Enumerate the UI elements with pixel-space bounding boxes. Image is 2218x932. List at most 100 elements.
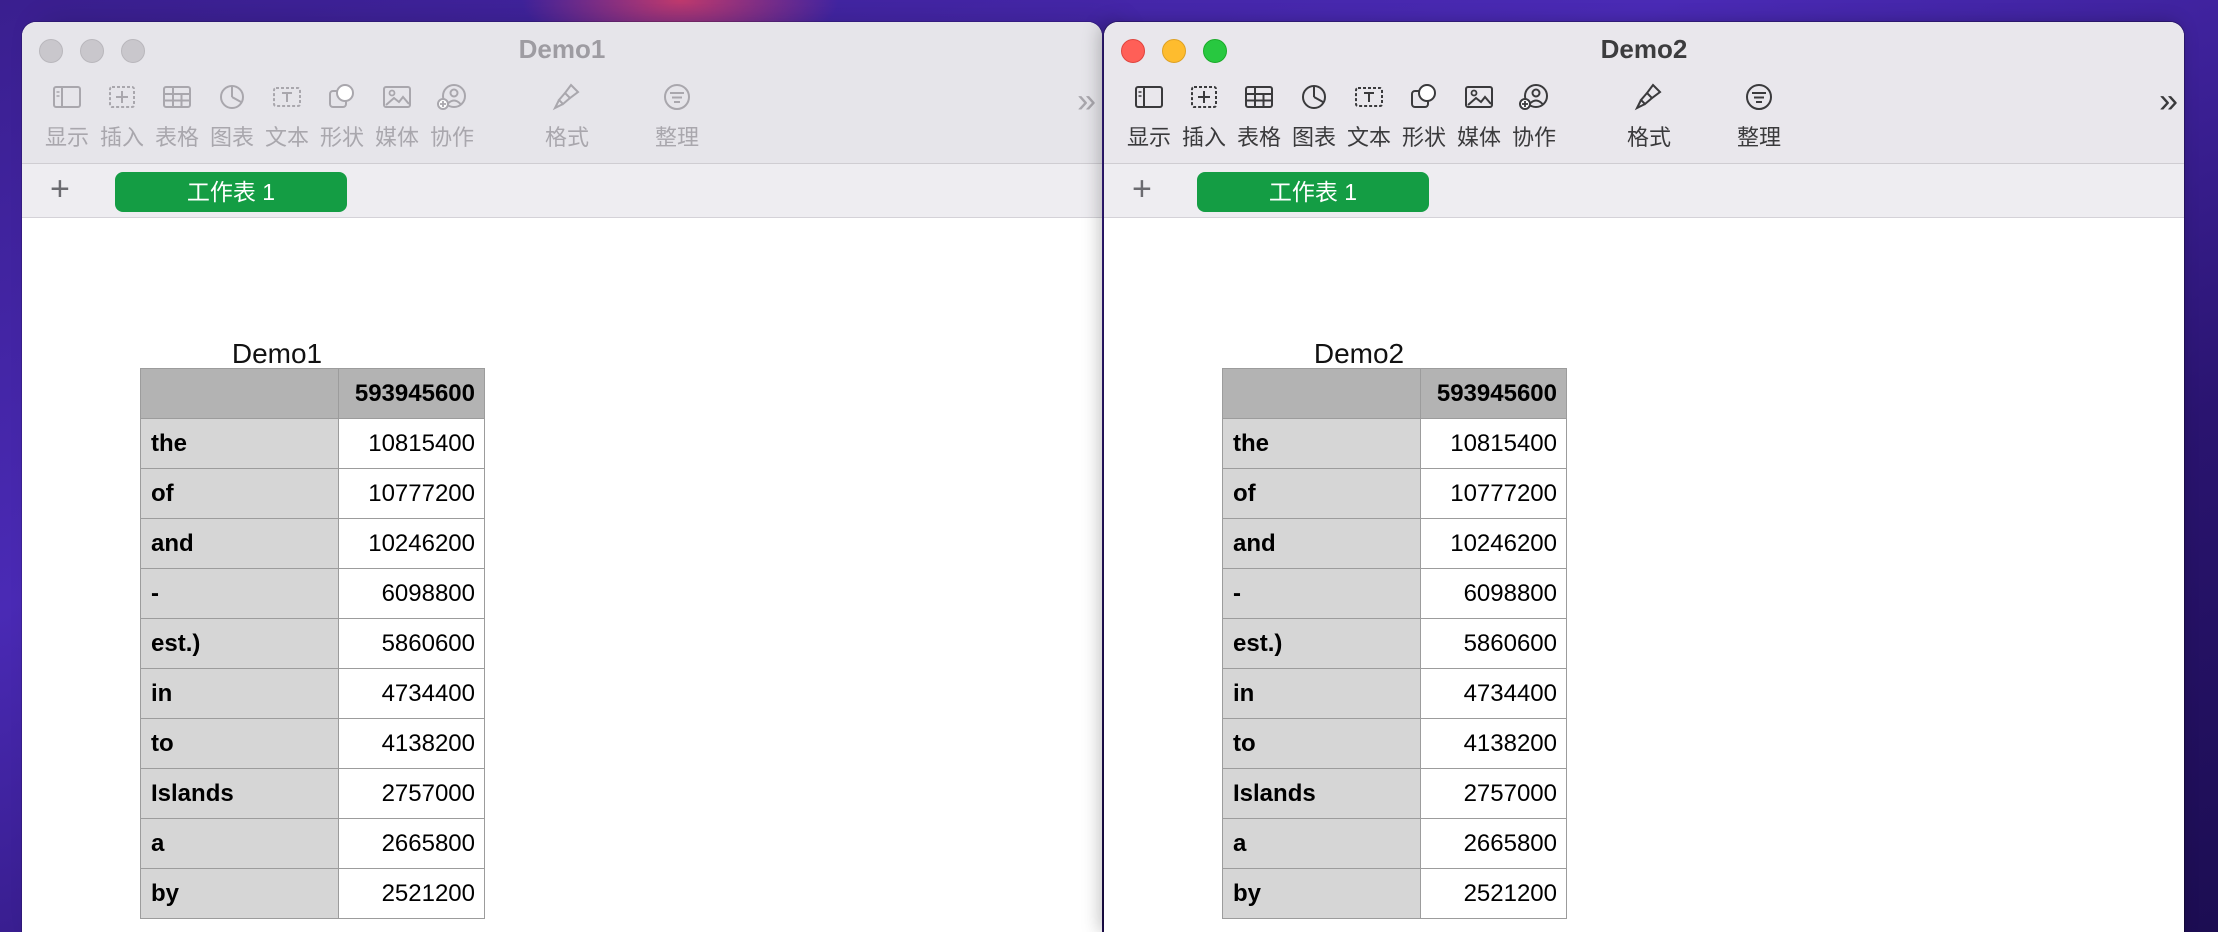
row-label-cell[interactable]: in bbox=[140, 668, 339, 719]
toolbar-button-label: 图表 bbox=[209, 125, 254, 150]
media-icon bbox=[1465, 86, 1493, 108]
header-cell-empty[interactable] bbox=[1222, 368, 1421, 419]
table-row: Islands 2757000 bbox=[140, 768, 485, 819]
row-label-cell[interactable]: and bbox=[1222, 518, 1421, 569]
table-row: est.) 5860600 bbox=[140, 618, 485, 669]
row-value-cell[interactable]: 10246200 bbox=[338, 518, 485, 569]
row-label-cell[interactable]: to bbox=[140, 718, 339, 769]
header-cell-empty[interactable] bbox=[140, 368, 339, 419]
row-label-cell[interactable]: and bbox=[140, 518, 339, 569]
toolbar-button-collaborate[interactable]: 协作 bbox=[417, 80, 487, 152]
titlebar-toolbar: Demo2 显示 插入 表格 图表 文本 形状 媒体 协作 格式 整理 » bbox=[1104, 22, 2184, 164]
organize-icon bbox=[664, 84, 690, 110]
table-row: the 10815400 bbox=[140, 418, 485, 469]
sidebar-icon bbox=[53, 86, 81, 108]
row-value-cell[interactable]: 4734400 bbox=[1420, 668, 1567, 719]
data-table: 593945600 the 10815400 of 10777200 and 102462… bbox=[1222, 368, 1567, 919]
format-brush-icon bbox=[1634, 83, 1662, 111]
table-row: to 4138200 bbox=[140, 718, 485, 769]
row-label-cell[interactable]: - bbox=[140, 568, 339, 619]
organize-icon bbox=[1746, 84, 1772, 110]
collaborate-icon bbox=[1519, 84, 1548, 110]
row-value-cell[interactable]: 4734400 bbox=[338, 668, 485, 719]
header-cell-value[interactable]: 593945600 bbox=[1420, 368, 1567, 419]
text-icon bbox=[1355, 87, 1383, 107]
toolbar-button-organize[interactable]: 整理 bbox=[642, 80, 712, 152]
sheet-tab-bar: + 工作表 1 bbox=[1104, 164, 2184, 218]
row-label-cell[interactable]: Islands bbox=[140, 768, 339, 819]
collaborate-icon bbox=[437, 84, 466, 110]
row-label-cell[interactable]: est.) bbox=[140, 618, 339, 669]
text-icon bbox=[273, 87, 301, 107]
table-row: -6098800 bbox=[1222, 568, 1567, 619]
chart-icon bbox=[1302, 85, 1326, 109]
table-title[interactable]: Demo1 bbox=[172, 338, 382, 370]
row-label-cell[interactable]: a bbox=[1222, 818, 1421, 869]
table-row: by 2521200 bbox=[140, 868, 485, 919]
format-brush-icon bbox=[552, 83, 580, 111]
toolbar-overflow-button[interactable]: » bbox=[1077, 82, 1096, 121]
row-value-cell[interactable]: 10777200 bbox=[338, 468, 485, 519]
add-sheet-button[interactable]: + bbox=[50, 172, 70, 206]
row-label-cell[interactable]: Islands bbox=[1222, 768, 1421, 819]
header-cell-value[interactable]: 593945600 bbox=[338, 368, 485, 419]
row-value-cell[interactable]: 2665800 bbox=[1420, 818, 1567, 869]
table-row: in 4734400 bbox=[140, 668, 485, 719]
media-icon bbox=[383, 86, 411, 108]
row-value-cell[interactable]: 10815400 bbox=[338, 418, 485, 469]
toolbar-button-format-brush[interactable]: 格式 bbox=[532, 80, 602, 152]
toolbar-button-label: 媒体 bbox=[374, 125, 419, 150]
table-header-row: 593945600 bbox=[1222, 368, 1567, 419]
row-label-cell[interactable]: - bbox=[1222, 568, 1421, 619]
window-title: Demo2 bbox=[1600, 34, 1688, 64]
row-value-cell[interactable]: 2665800 bbox=[338, 818, 485, 869]
row-label-cell[interactable]: by bbox=[1222, 868, 1421, 919]
toolbar-button-label: 格式 bbox=[544, 125, 589, 150]
row-value-cell[interactable]: 10815400 bbox=[1420, 418, 1567, 469]
toolbar-button-label: 表格 bbox=[154, 125, 199, 150]
row-value-cell[interactable]: 5860600 bbox=[1420, 618, 1567, 669]
numbers-window-demo2: Demo2 显示 插入 表格 图表 文本 形状 媒体 协作 格式 整理 » + 工作表 1 Dem… bbox=[1104, 22, 2184, 932]
row-value-cell[interactable]: 6098800 bbox=[1420, 568, 1567, 619]
row-value-cell[interactable]: 2757000 bbox=[338, 768, 485, 819]
row-label-cell[interactable]: the bbox=[140, 418, 339, 469]
toolbar-button-label: 整理 bbox=[654, 125, 699, 150]
row-value-cell[interactable]: 6098800 bbox=[338, 568, 485, 619]
row-label-cell[interactable]: the bbox=[1222, 418, 1421, 469]
row-value-cell[interactable]: 2521200 bbox=[338, 868, 485, 919]
row-value-cell[interactable]: 4138200 bbox=[1420, 718, 1567, 769]
sidebar-icon bbox=[1135, 86, 1163, 108]
row-value-cell[interactable]: 2521200 bbox=[1420, 868, 1567, 919]
toolbar: 显示 插入 表格 图表 文本 形状 媒体 协作 格式 整理 bbox=[22, 80, 1102, 160]
row-label-cell[interactable]: of bbox=[1222, 468, 1421, 519]
table-row: to 4138200 bbox=[1222, 718, 1567, 769]
row-label-cell[interactable]: in bbox=[1222, 668, 1421, 719]
sheet-canvas: Demo2 593945600 the 10815400 of 10777200 and… bbox=[1104, 218, 2184, 932]
row-value-cell[interactable]: 10246200 bbox=[1420, 518, 1567, 569]
toolbar-button-format-brush[interactable]: 格式 bbox=[1614, 80, 1684, 152]
toolbar-button-label: 整理 bbox=[1736, 125, 1781, 150]
sheet-tab[interactable]: 工作表 1 bbox=[1197, 172, 1429, 212]
toolbar: 显示 插入 表格 图表 文本 形状 媒体 协作 格式 整理 bbox=[1104, 80, 2184, 160]
add-sheet-button[interactable]: + bbox=[1132, 172, 1152, 206]
row-label-cell[interactable]: to bbox=[1222, 718, 1421, 769]
row-label-cell[interactable]: a bbox=[140, 818, 339, 869]
toolbar-button-label: 格式 bbox=[1626, 125, 1671, 150]
toolbar-button-organize[interactable]: 整理 bbox=[1724, 80, 1794, 152]
toolbar-button-collaborate[interactable]: 协作 bbox=[1499, 80, 1569, 152]
row-label-cell[interactable]: est.) bbox=[1222, 618, 1421, 669]
row-value-cell[interactable]: 4138200 bbox=[338, 718, 485, 769]
insert-icon bbox=[109, 86, 135, 108]
row-value-cell[interactable]: 10777200 bbox=[1420, 468, 1567, 519]
row-label-cell[interactable]: by bbox=[140, 868, 339, 919]
toolbar-overflow-button[interactable]: » bbox=[2159, 82, 2178, 121]
row-value-cell[interactable]: 2757000 bbox=[1420, 768, 1567, 819]
titlebar-toolbar: Demo1 显示 插入 表格 图表 文本 形状 媒体 协作 格式 整理 » bbox=[22, 22, 1102, 164]
table-title[interactable]: Demo2 bbox=[1254, 338, 1464, 370]
sheet-tab[interactable]: 工作表 1 bbox=[115, 172, 347, 212]
row-label-cell[interactable]: of bbox=[140, 468, 339, 519]
toolbar-button-label: 图表 bbox=[1291, 125, 1336, 150]
row-value-cell[interactable]: 5860600 bbox=[338, 618, 485, 669]
table-row: Islands 2757000 bbox=[1222, 768, 1567, 819]
toolbar-button-label: 表格 bbox=[1236, 125, 1281, 150]
